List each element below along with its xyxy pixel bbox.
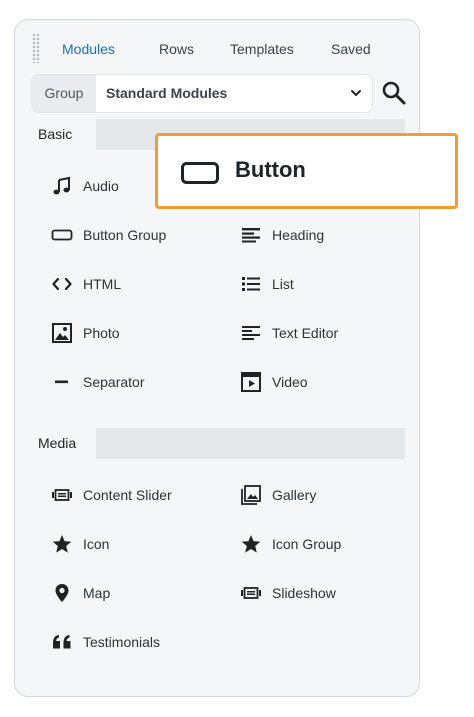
separator-icon	[51, 371, 73, 393]
module-html[interactable]: HTML	[51, 272, 121, 296]
module-slideshow[interactable]: Slideshow	[240, 581, 336, 605]
star-icon	[240, 533, 262, 555]
list-icon	[240, 273, 262, 295]
module-icon-group[interactable]: Icon Group	[240, 532, 341, 556]
quote-icon	[51, 631, 73, 653]
music-note-icon	[51, 175, 73, 197]
group-label: Group	[32, 75, 96, 112]
module-icon[interactable]: Icon	[51, 532, 109, 556]
slider-icon	[51, 484, 73, 506]
video-icon	[240, 371, 262, 393]
module-testimonials[interactable]: Testimonials	[51, 630, 160, 654]
module-text-editor[interactable]: Text Editor	[240, 321, 338, 345]
chevron-down-icon	[351, 90, 361, 96]
module-label: Content Slider	[83, 487, 172, 503]
module-label: Photo	[83, 325, 120, 341]
module-label: HTML	[83, 276, 122, 292]
module-label: Map	[83, 585, 111, 601]
tab-rows[interactable]: Rows	[159, 41, 194, 57]
module-gallery[interactable]: Gallery	[240, 483, 316, 507]
module-content-slider[interactable]: Content Slider	[51, 483, 172, 507]
module-map[interactable]: Map	[51, 581, 110, 605]
module-label: Icon	[83, 536, 110, 552]
module-video[interactable]: Video	[240, 370, 308, 394]
heading-icon	[240, 224, 262, 246]
button-icon	[181, 162, 219, 184]
module-separator[interactable]: Separator	[51, 370, 144, 394]
tab-templates[interactable]: Templates	[230, 41, 294, 57]
module-label: Gallery	[272, 487, 317, 503]
tab-bar: Modules Rows Templates Saved	[15, 41, 419, 61]
module-audio[interactable]: Audio	[51, 174, 119, 198]
group-select[interactable]: Standard Modules	[106, 75, 372, 112]
slideshow-icon	[240, 582, 262, 604]
module-label: Video	[272, 374, 308, 390]
module-button-group[interactable]: Button Group	[51, 223, 166, 247]
search-icon[interactable]	[381, 80, 407, 106]
tab-saved[interactable]: Saved	[331, 41, 371, 57]
photo-icon	[51, 322, 73, 344]
module-label: Icon Group	[272, 536, 342, 552]
module-label: Audio	[83, 178, 119, 194]
module-label: List	[272, 276, 294, 292]
module-label: Slideshow	[272, 585, 336, 601]
button-group-icon	[51, 224, 73, 246]
tab-modules[interactable]: Modules	[62, 41, 115, 57]
group-selector: Group Standard Modules	[32, 75, 372, 112]
group-select-value: Standard Modules	[106, 85, 228, 101]
drag-preview-label: Button	[235, 157, 306, 182]
module-label: Heading	[272, 227, 325, 243]
module-label: Text Editor	[272, 325, 339, 341]
module-label: Separator	[83, 374, 145, 390]
section-header-media: Media	[23, 428, 405, 459]
drag-preview-button[interactable]: Button	[155, 133, 458, 209]
code-icon	[51, 273, 73, 295]
module-label: Testimonials	[83, 634, 161, 650]
section-title-basic: Basic	[23, 119, 96, 150]
module-label: Button Group	[83, 227, 167, 243]
module-list[interactable]: List	[240, 272, 294, 296]
module-panel: Modules Rows Templates Saved Group Stand…	[14, 19, 420, 697]
gallery-icon	[240, 484, 262, 506]
module-photo[interactable]: Photo	[51, 321, 120, 345]
section-title-media: Media	[23, 428, 96, 459]
module-heading[interactable]: Heading	[240, 223, 324, 247]
text-editor-icon	[240, 322, 262, 344]
map-pin-icon	[51, 582, 73, 604]
star-icon	[51, 533, 73, 555]
